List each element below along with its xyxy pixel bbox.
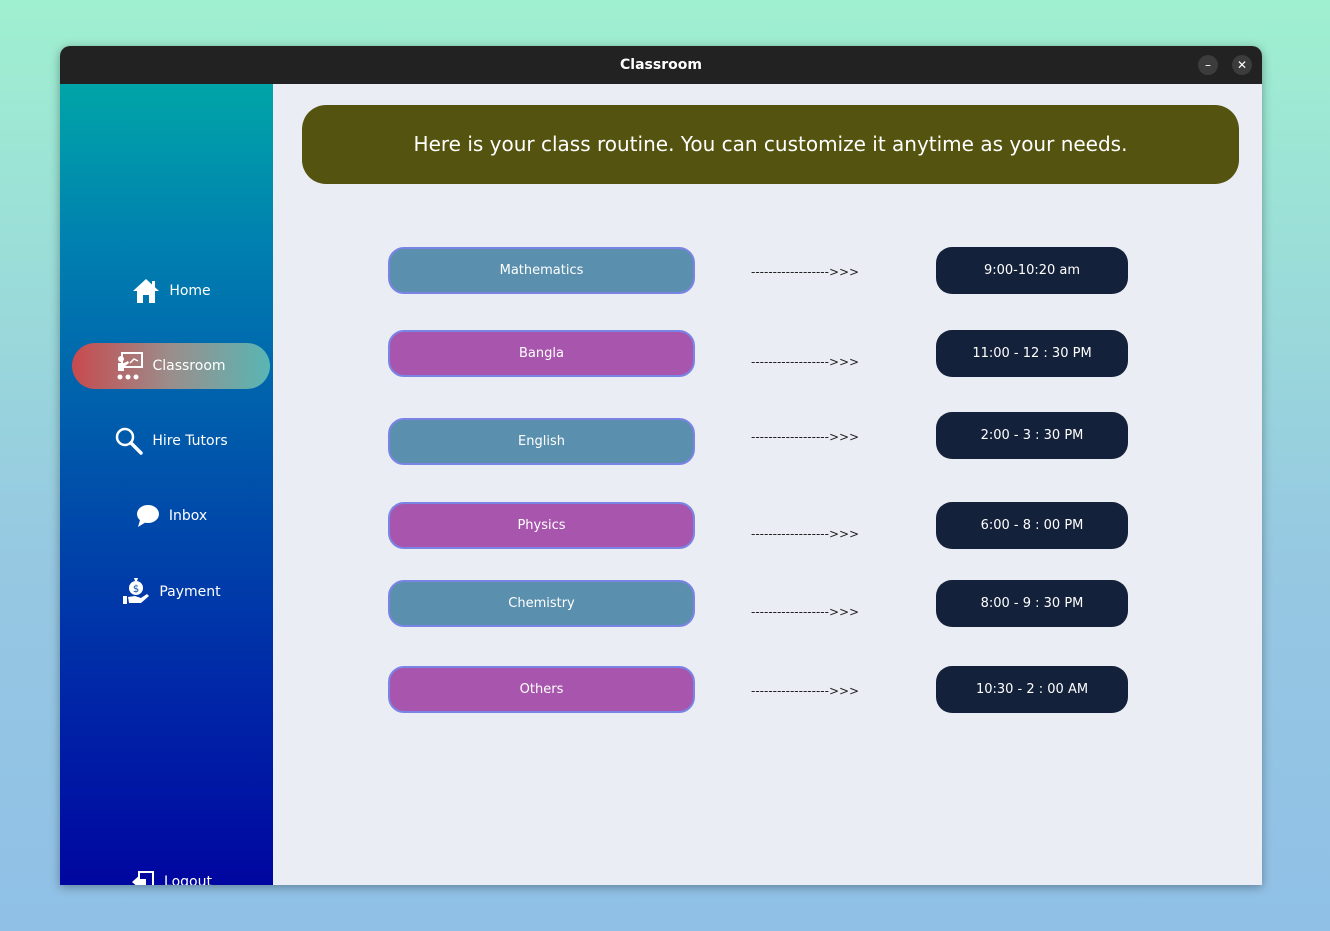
logout-button[interactable]: Logout	[72, 859, 270, 885]
sidebar-item-label: Payment	[159, 584, 221, 600]
logout-icon	[130, 870, 156, 885]
time-slot-physics[interactable]: 6:00 - 8 : 00 PM	[936, 502, 1128, 549]
routine-arrow: ------------------>>>	[751, 684, 860, 698]
sidebar-item-label: Classroom	[152, 358, 226, 374]
time-slot-others[interactable]: 10:30 - 2 : 00 AM	[936, 666, 1128, 713]
close-icon: ✕	[1236, 58, 1248, 72]
classroom-icon	[116, 351, 144, 381]
sidebar-item-payment[interactable]: $ Payment	[72, 569, 270, 615]
sidebar-item-classroom[interactable]: Classroom	[72, 343, 270, 389]
svg-text:$: $	[133, 584, 139, 595]
subject-button-others[interactable]: Others	[388, 666, 695, 713]
sidebar-item-home[interactable]: Home	[72, 268, 270, 314]
routine-arrow: ------------------>>>	[751, 355, 860, 369]
sidebar-item-hire-tutors[interactable]: Hire Tutors	[72, 418, 270, 464]
sidebar-item-label: Hire Tutors	[152, 433, 228, 449]
money-hand-icon: $	[121, 576, 151, 608]
time-slot-english[interactable]: 2:00 - 3 : 30 PM	[936, 412, 1128, 459]
routine-banner: Here is your class routine. You can cust…	[302, 105, 1239, 184]
sidebar-item-label: Home	[169, 283, 211, 299]
routine-arrow: ------------------>>>	[751, 430, 860, 444]
minimize-button[interactable]: –	[1198, 55, 1218, 75]
home-icon	[131, 277, 161, 305]
subject-button-english[interactable]: English	[388, 418, 695, 465]
routine-arrow: ------------------>>>	[751, 605, 860, 619]
minimize-icon: –	[1205, 58, 1211, 72]
time-slot-bangla[interactable]: 11:00 - 12 : 30 PM	[936, 330, 1128, 377]
subject-button-mathematics[interactable]: Mathematics	[388, 247, 695, 294]
close-button[interactable]: ✕	[1232, 55, 1252, 75]
time-slot-chemistry[interactable]: 8:00 - 9 : 30 PM	[936, 580, 1128, 627]
time-slot-mathematics[interactable]: 9:00-10:20 am	[936, 247, 1128, 294]
sidebar-item-inbox[interactable]: Inbox	[72, 493, 270, 539]
main-content: Here is your class routine. You can cust…	[273, 84, 1262, 885]
search-icon	[114, 426, 144, 456]
subject-button-bangla[interactable]: Bangla	[388, 330, 695, 377]
sidebar-item-label: Inbox	[168, 508, 208, 524]
chat-bubble-icon	[135, 504, 161, 528]
routine-arrow: ------------------>>>	[751, 527, 860, 541]
title-bar: Classroom – ✕	[60, 46, 1262, 84]
subject-button-physics[interactable]: Physics	[388, 502, 695, 549]
sidebar: Home Classroom Hire Tutors Inbox $ Payme…	[60, 84, 273, 885]
app-window: Classroom – ✕ Home Classroom Hire Tutors…	[60, 46, 1262, 885]
logout-label: Logout	[164, 874, 212, 885]
subject-button-chemistry[interactable]: Chemistry	[388, 580, 695, 627]
routine-arrow: ------------------>>>	[751, 265, 860, 279]
window-title: Classroom	[620, 57, 702, 73]
